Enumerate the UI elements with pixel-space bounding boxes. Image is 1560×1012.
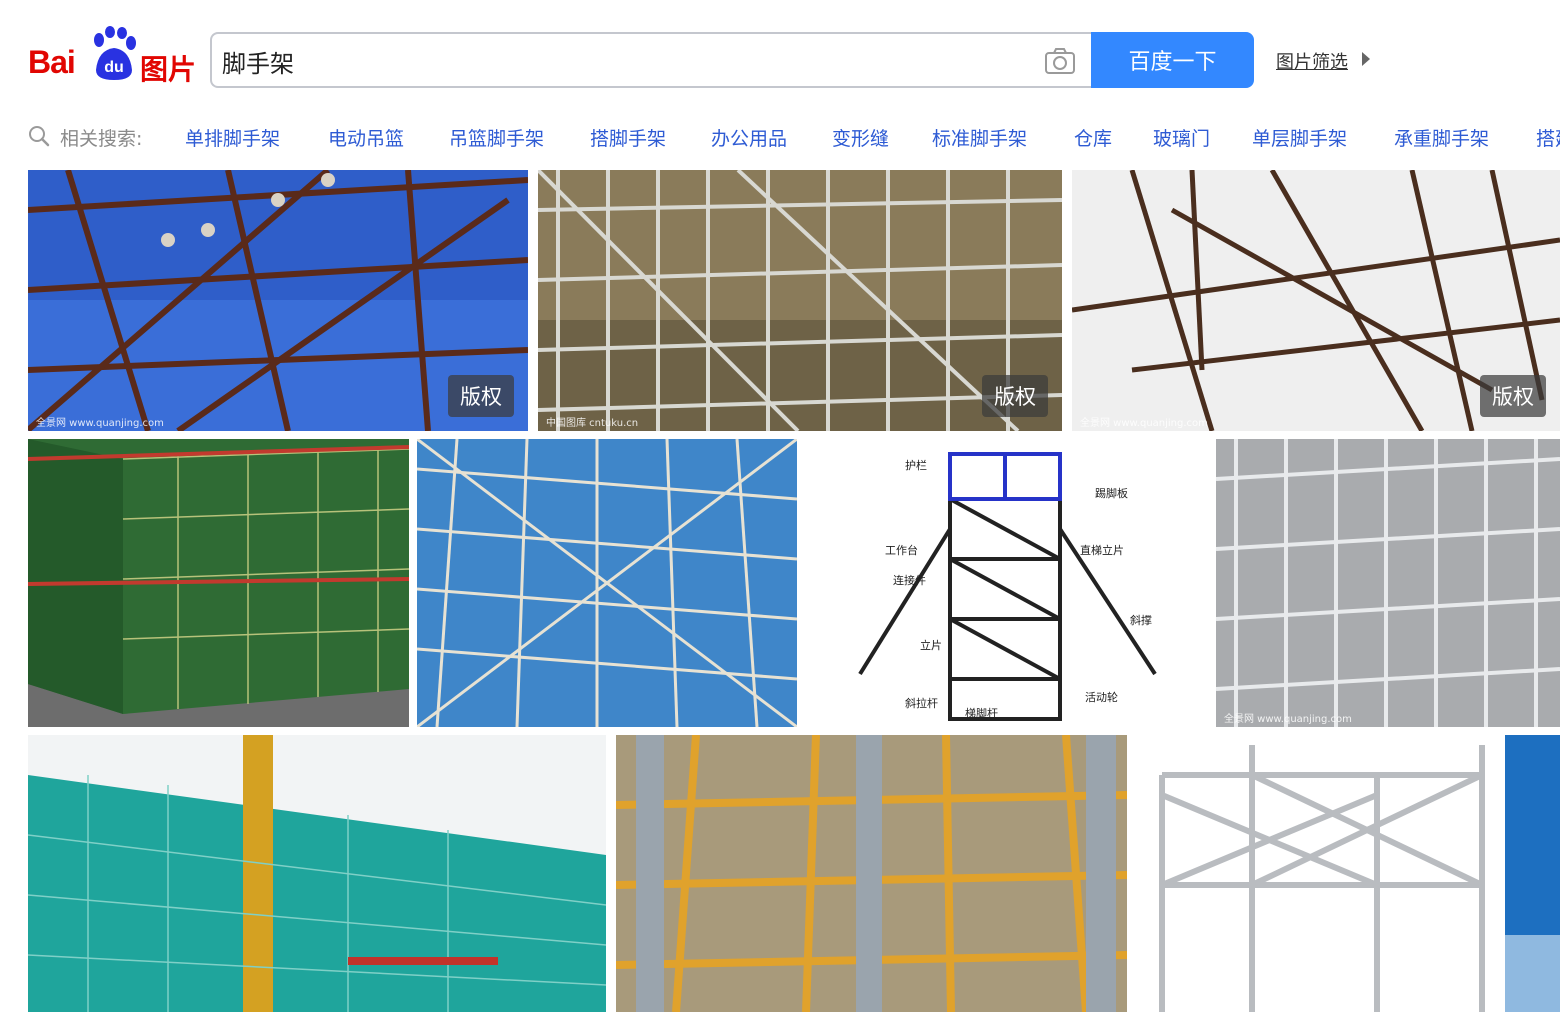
related-term[interactable]: 吊篮脚手架	[449, 124, 544, 151]
related-term[interactable]: 仓库	[1074, 124, 1112, 151]
diagram-label: 连接件	[893, 574, 926, 587]
image-result[interactable]: 中国图库 cntuku.cn 版权	[538, 170, 1062, 431]
diagram-label: 梯脚杆	[965, 706, 998, 720]
logo-bai-text: Bai	[28, 44, 76, 80]
scaffold-diagram: 护栏 踢脚板 工作台 直梯立片 连接件 斜撑 立片 活动轮 斜拉杆 梯脚杆	[805, 439, 1208, 727]
logo-product-text: 图片	[140, 53, 197, 86]
image-result[interactable]	[417, 439, 797, 727]
scaffold-photo-frame	[1137, 735, 1497, 1012]
image-watermark: 全景网 www.quanjing.com	[36, 418, 164, 429]
image-result[interactable]: 全景网 www.quanjing.com	[1216, 439, 1560, 727]
diagram-label: 直梯立片	[1080, 543, 1124, 557]
related-label: 相关搜索:	[60, 128, 143, 150]
scaffold-photo-ringlock	[616, 735, 1127, 1012]
header: Bai du 图片 百度一下 图片筛选	[0, 0, 1560, 110]
scaffold-photo-grid-sky	[417, 439, 797, 727]
copyright-badge: 版权	[982, 375, 1048, 417]
image-result[interactable]	[1505, 735, 1560, 1012]
related-term[interactable]: 电动吊篮	[328, 124, 404, 151]
image-watermark: 全景网 www.quanjing.com	[1224, 714, 1352, 725]
scaffold-photo-steel	[1216, 439, 1560, 727]
related-term[interactable]: 变形缝	[832, 124, 889, 151]
image-result[interactable]: 全景网 www.quanjing.com 版权	[1072, 170, 1560, 431]
related-term[interactable]: 搭脚手架	[590, 124, 666, 151]
paw-icon: du	[94, 26, 136, 80]
related-term[interactable]: 标准脚手架	[932, 124, 1027, 151]
diagram-label: 斜撑	[1130, 613, 1152, 627]
related-searches: 相关搜索: 单排脚手架 电动吊篮 吊篮脚手架 搭脚手架 办公用品 变形缝 标准脚…	[0, 110, 1560, 162]
scaffold-photo-green-net	[28, 439, 409, 727]
camera-icon[interactable]	[1044, 46, 1076, 76]
image-watermark: 全景网 www.quanjing.com	[1080, 418, 1208, 429]
search-icon	[29, 126, 50, 147]
image-result[interactable]	[616, 735, 1127, 1012]
triangle-right-icon[interactable]	[1362, 52, 1370, 66]
diagram-label: 护栏	[905, 458, 927, 472]
related-term[interactable]: 单层脚手架	[1252, 124, 1347, 151]
copyright-badge: 版权	[1480, 375, 1546, 417]
search-input[interactable]	[222, 43, 1022, 79]
image-watermark: 中国图库 cntuku.cn	[546, 418, 639, 429]
related-term[interactable]: 单排脚手架	[185, 124, 280, 151]
related-term[interactable]: 玻璃门	[1153, 124, 1210, 151]
image-grid: 全景网 www.quanjing.com 版权 中国图库 cntuku.cn 版…	[0, 170, 1560, 1012]
diagram-label: 踢脚板	[1095, 486, 1128, 500]
image-result[interactable]	[28, 439, 409, 727]
related-term[interactable]: 承重脚手架	[1394, 124, 1489, 151]
baidu-logo[interactable]: Bai du 图片	[28, 26, 198, 86]
image-result[interactable]	[1137, 735, 1497, 1012]
diagram-label: 工作台	[885, 543, 918, 557]
image-result[interactable]	[28, 735, 606, 1012]
related-term[interactable]: 办公用品	[711, 124, 787, 151]
diagram-label: 活动轮	[1085, 690, 1118, 704]
diagram-label: 斜拉杆	[905, 696, 938, 710]
search-button[interactable]: 百度一下	[1091, 32, 1254, 88]
copyright-badge: 版权	[448, 375, 514, 417]
related-term[interactable]: 搭建	[1536, 124, 1560, 151]
scaffold-photo-teal-net	[28, 735, 606, 1012]
image-result[interactable]: 全景网 www.quanjing.com 版权	[28, 170, 528, 431]
logo-du-text: du	[104, 59, 124, 76]
image-result[interactable]: 护栏 踢脚板 工作台 直梯立片 连接件 斜撑 立片 活动轮 斜拉杆 梯脚杆	[805, 439, 1208, 727]
sky-photo	[1505, 735, 1560, 1012]
diagram-label: 立片	[920, 638, 942, 652]
search-box	[210, 32, 1092, 88]
image-filter-link[interactable]: 图片筛选	[1276, 48, 1348, 74]
